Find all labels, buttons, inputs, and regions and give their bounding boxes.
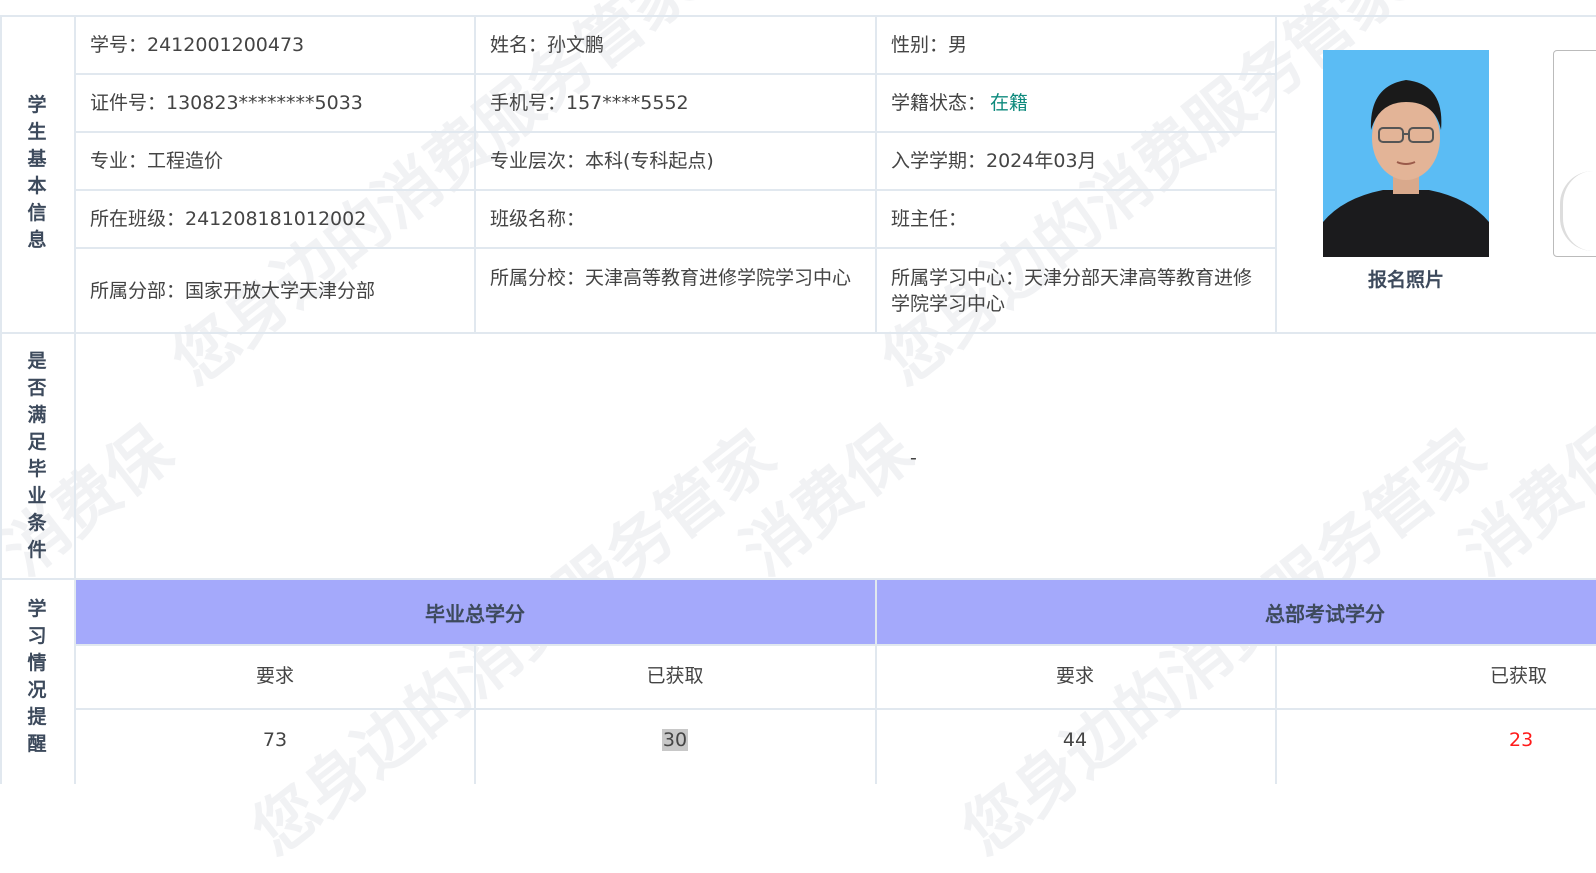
header-graduation-total-credits: 毕业总学分 xyxy=(425,602,525,626)
section-title: 学习情况提醒 xyxy=(27,598,47,755)
watermark: 消费保 xyxy=(1449,413,1596,591)
enrollment-term-field: 入学学期：2024年03月 xyxy=(891,150,1097,172)
section-title: 是否满足毕业条件 xyxy=(27,350,47,561)
exam-credits-required-value: 44 xyxy=(1062,729,1088,751)
branch-field: 所属分部：国家开放大学天津分部 xyxy=(90,280,376,302)
name-field: 姓名：孙文鹏 xyxy=(490,34,605,56)
school-field: 所属分校：天津高等教育进修学院学习中心 xyxy=(490,267,852,289)
id-card-field: 证件号：130823********5033 xyxy=(90,92,363,114)
photo-caption: 报名照片 xyxy=(1367,269,1444,291)
section-title: 学生基本信息 xyxy=(27,94,47,251)
subheader-required: 要求 xyxy=(1055,665,1094,687)
subheader-obtained: 已获取 xyxy=(1490,665,1548,687)
major-field: 专业：工程造价 xyxy=(90,150,224,172)
credits-obtained-number: 30 xyxy=(661,729,689,751)
second-photo-frame xyxy=(1553,50,1596,257)
section-student-basic-info: 学生基本信息 xyxy=(0,92,74,254)
exam-credits-obtained-value: 23 xyxy=(1509,729,1534,751)
registration-photo xyxy=(1323,50,1489,257)
header-hq-exam-credits: 总部考试学分 xyxy=(1265,602,1385,626)
status-label: 学籍状态： xyxy=(891,92,987,114)
subheader-required: 要求 xyxy=(255,665,294,687)
watermark: 您身边的消费服务管家 xyxy=(159,0,710,401)
section-graduation-condition: 是否满足毕业条件 xyxy=(0,348,74,564)
class-field: 所在班级：241208181012002 xyxy=(90,208,367,230)
head-teacher-field: 班主任： xyxy=(891,208,968,230)
status-value: 在籍 xyxy=(990,92,1029,114)
graduation-condition-value: - xyxy=(910,447,917,469)
credits-required-value: 73 xyxy=(262,729,288,751)
enrollment-status-field: 学籍状态： 在籍 xyxy=(891,90,1028,116)
watermark: 消费保 xyxy=(729,413,927,591)
learning-center-field: 所属学习中心：天津分部天津高等教育进修学院学习中心 xyxy=(891,267,1253,315)
credits-obtained-value: 30 xyxy=(475,727,875,753)
gender-field: 性别：男 xyxy=(891,34,968,56)
phone-field: 手机号：157****5552 xyxy=(490,92,689,114)
portrait-image xyxy=(1323,80,1489,257)
student-id-field: 学号：2412001200473 xyxy=(90,34,305,56)
major-level-field: 专业层次：本科(专科起点) xyxy=(490,150,714,172)
class-name-field: 班级名称： xyxy=(490,208,586,230)
subheader-obtained: 已获取 xyxy=(646,665,704,687)
section-study-reminder: 学习情况提醒 xyxy=(0,596,74,758)
